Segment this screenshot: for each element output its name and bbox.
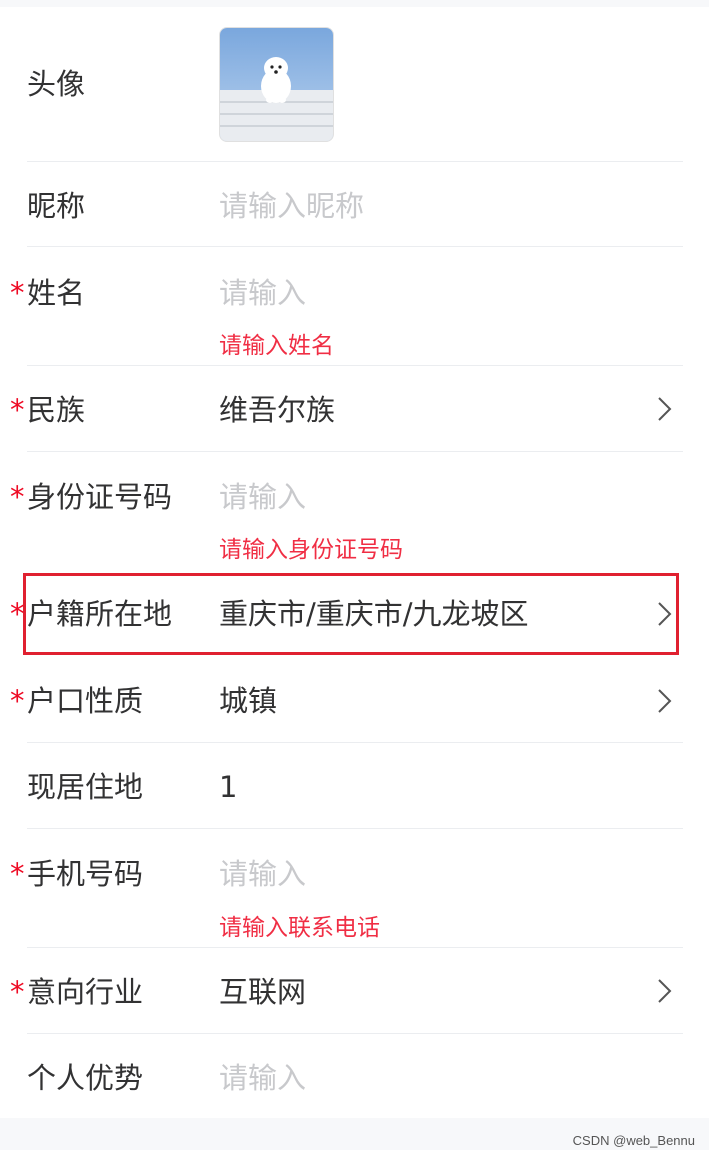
nickname-input[interactable]: 请输入昵称 <box>219 188 364 224</box>
ethnicity-value[interactable]: 维吾尔族 <box>219 392 335 428</box>
required-mark: * <box>10 276 25 310</box>
avatar-label: 头像 <box>27 67 86 101</box>
id-number-input[interactable]: 请输入 <box>219 479 306 515</box>
household-type-value[interactable]: 城镇 <box>219 683 277 719</box>
advantages-input[interactable]: 请输入 <box>219 1060 306 1096</box>
profile-form: 头像 昵称 请输入昵称 * 姓名 请输入 请输入姓名 * 民族 维吾尔族 * 身… <box>0 7 709 1118</box>
name-input[interactable]: 请输入 <box>219 275 306 311</box>
required-mark: * <box>10 480 25 514</box>
current-address-row: 现居住地 1 <box>0 743 709 829</box>
chevron-right-icon[interactable] <box>657 396 673 422</box>
chevron-right-icon[interactable] <box>657 978 673 1004</box>
current-address-label: 现居住地 <box>27 770 144 804</box>
avatar-row[interactable]: 头像 <box>0 7 709 162</box>
name-error: 请输入姓名 <box>219 333 334 359</box>
top-bar <box>0 0 709 7</box>
required-mark: * <box>10 857 25 891</box>
advantages-label: 个人优势 <box>27 1061 144 1095</box>
household-type-label: 户口性质 <box>27 684 144 718</box>
id-number-label: 身份证号码 <box>27 480 173 514</box>
industry-row[interactable]: * 意向行业 互联网 <box>0 948 709 1034</box>
advantages-row: 个人优势 请输入 <box>0 1034 709 1118</box>
nickname-label: 昵称 <box>27 189 86 223</box>
name-label: 姓名 <box>27 276 86 310</box>
required-mark: * <box>10 393 25 427</box>
current-address-input[interactable]: 1 <box>219 769 237 805</box>
name-row: * 姓名 请输入 请输入姓名 <box>0 247 709 366</box>
ethnicity-label: 民族 <box>27 393 86 427</box>
nickname-row: 昵称 请输入昵称 <box>0 162 709 247</box>
chevron-right-icon[interactable] <box>657 688 673 714</box>
industry-label: 意向行业 <box>27 975 144 1009</box>
household-type-row[interactable]: * 户口性质 城镇 <box>0 661 709 743</box>
phone-error: 请输入联系电话 <box>219 915 380 941</box>
phone-label: 手机号码 <box>27 857 144 891</box>
industry-value[interactable]: 互联网 <box>219 974 306 1010</box>
watermark: CSDN @web_Bennu <box>572 1133 695 1148</box>
id-number-row: * 身份证号码 请输入 请输入身份证号码 <box>0 452 709 571</box>
phone-row: * 手机号码 请输入 请输入联系电话 <box>0 829 709 948</box>
required-mark: * <box>10 975 25 1009</box>
phone-input[interactable]: 请输入 <box>219 856 306 892</box>
ethnicity-row[interactable]: * 民族 维吾尔族 <box>0 366 709 452</box>
dog-photo-icon <box>220 28 333 141</box>
highlight-box <box>23 573 679 655</box>
avatar[interactable] <box>219 27 334 142</box>
required-mark: * <box>10 684 25 718</box>
id-number-error: 请输入身份证号码 <box>219 537 403 563</box>
